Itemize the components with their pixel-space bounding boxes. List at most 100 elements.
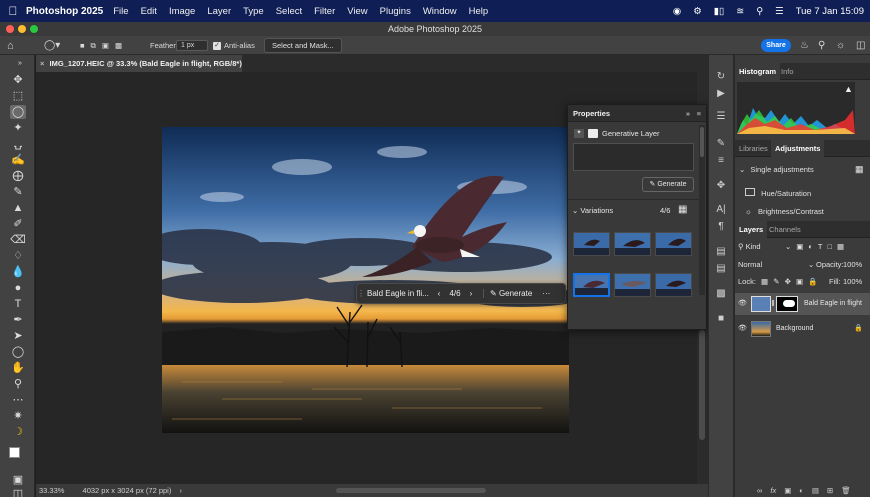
lock-pixels-icon[interactable]: ▦ [761,277,768,286]
grid-view-icon[interactable]: ▦ [678,204,687,215]
collapse-chevron-icon[interactable]: » [12,57,28,71]
lock-paint-icon[interactable]: ✎ [773,277,779,286]
layer-row[interactable]: 👁 Background 🔒 [735,318,870,340]
dodge-tool-icon[interactable]: ● [10,281,26,295]
filter-smart-object-icon[interactable]: ▦ [837,242,844,251]
foreground-color-swatch[interactable] [9,447,20,458]
blur-tool-icon[interactable]: 💧 [10,265,26,279]
notes-panel-icon[interactable]: ▤ [713,262,729,276]
feather-input[interactable]: 1 px [176,40,208,51]
brush-tool-icon[interactable]: ✎ [10,185,26,199]
prompt-text-field[interactable]: Bald Eagle in fli... [367,289,433,298]
new-selection-icon[interactable]: ■ [80,41,85,50]
move-tool-icon[interactable]: ✥ [10,73,26,87]
variation-thumbnail[interactable] [573,232,610,256]
lasso-tool-preset-icon[interactable]: ◯▾ [44,36,60,55]
paint-bucket-tool-icon[interactable]: ♢ [10,249,26,263]
panel-menu-icon[interactable]: ≡ [697,105,701,122]
zoom-window-button[interactable] [30,25,38,33]
control-center-icon[interactable]: ☰ [775,6,784,17]
close-window-button[interactable] [6,25,14,33]
opacity-input[interactable]: 100% [843,260,862,269]
edit-toolbar-icon[interactable]: ⋯ [10,393,26,407]
link-icon[interactable] [772,300,774,306]
vertical-scroll-thumb[interactable] [699,330,705,440]
glyphs-panel-icon[interactable]: ▤ [713,245,729,259]
close-tab-icon[interactable]: × [40,59,44,68]
clone-stamp-tool-icon[interactable]: ▲ [10,201,26,215]
previous-variation-button[interactable]: ‹ [433,289,445,298]
share-button[interactable]: Share [761,39,791,52]
filter-pixel-icon[interactable]: ▣ [796,242,803,251]
workspace-icon[interactable]: ◫ [856,36,865,55]
eye-icon[interactable]: 👁 [738,299,747,307]
eraser-tool-icon[interactable]: ⌫ [10,233,26,247]
variation-thumbnail-selected[interactable] [573,273,610,297]
layer-name[interactable]: Bald Eagle in flight [804,300,862,307]
next-variation-button[interactable]: › [465,289,477,298]
lock-position-icon[interactable]: ✥ [785,277,791,286]
document-image[interactable] [162,127,569,433]
blend-mode-select[interactable]: Normal [738,260,762,269]
ellipse-tool-icon[interactable]: ◯ [10,345,26,359]
wifi-icon[interactable]: ≊ [736,6,744,17]
remove-tool-icon[interactable]: ✷ [10,409,26,423]
type-tool-icon[interactable]: T [10,297,26,311]
menu-view[interactable]: View [347,6,367,17]
single-adjustments-toggle[interactable]: ⌄ Single adjustments [735,165,870,174]
tab-libraries[interactable]: Libraries [735,140,772,157]
lock-artboard-icon[interactable]: ▣ [796,277,803,286]
adjustments-presets-icon[interactable]: ☰ [713,110,729,124]
prompt-input[interactable] [573,143,694,171]
screen-mode-icon[interactable]: ◫ [10,487,26,497]
properties-generate-button[interactable]: ✎ Generate [642,177,694,192]
menu-window[interactable]: Window [423,6,457,17]
add-mask-icon[interactable]: ▣ [784,486,791,495]
zoom-tool-icon[interactable]: ⚲ [10,377,26,391]
menu-edit[interactable]: Edit [141,6,157,17]
battery-icon[interactable]: ▮▯ [714,6,724,17]
chevron-down-icon[interactable]: ⌄ [808,260,814,269]
add-selection-icon[interactable]: ⧉ [91,41,96,51]
zoom-level[interactable]: 33.33% [39,486,64,495]
apple-icon[interactable]:  [0,4,26,18]
document-tab[interactable]: × IMG_1207.HEIC @ 33.3% (Bald Eagle in f… [36,55,242,85]
menu-image[interactable]: Image [169,6,195,17]
status-chevron-icon[interactable]: › [179,486,182,495]
actions-panel-icon[interactable]: ▶ [713,87,729,101]
menu-file[interactable]: File [113,6,128,17]
menu-help[interactable]: Help [469,6,489,17]
panel-collapse-icon[interactable]: » [686,105,690,122]
brush-settings-icon[interactable]: ≡ [713,154,729,168]
variation-thumbnail[interactable] [614,273,651,297]
brushes-panel-icon[interactable]: ✎ [713,137,729,151]
menu-select[interactable]: Select [276,6,302,17]
home-icon[interactable]: ⌂ [7,36,14,55]
history-panel-icon[interactable]: ↻ [713,70,729,84]
eye-icon[interactable]: 👁 [738,324,747,332]
marquee-tool-icon[interactable]: ⬚ [10,89,26,103]
warning-icon[interactable]: ▲ [844,84,853,94]
properties-panel-icon[interactable]: ▩ [713,287,729,301]
trash-icon[interactable]: 🗑 [841,486,851,495]
character-panel-icon[interactable]: A| [713,203,729,217]
pen-tool-icon[interactable]: ✒ [10,313,26,327]
tab-adjustments[interactable]: Adjustments [771,140,825,157]
clone-source-icon[interactable]: ✥ [713,179,729,193]
history-brush-tool-icon[interactable]: ✐ [10,217,26,231]
document-dimensions[interactable]: 4032 px x 3024 px (72 ppi) [83,486,172,495]
spotlight-search-icon[interactable]: ⚲ [756,6,763,17]
fx-button[interactable]: fx [770,486,776,495]
more-options-button[interactable]: ··· [542,289,550,298]
antialias-checkbox[interactable]: ✓ [213,41,221,50]
lasso-tool-icon[interactable]: ◯ [10,105,26,119]
healing-brush-tool-icon[interactable]: ⨁ [10,169,26,183]
fill-input[interactable]: 100% [843,277,862,286]
minimize-window-button[interactable] [18,25,26,33]
generative-tool-icon[interactable]: ☽ [10,425,26,439]
variation-thumbnail[interactable] [655,232,692,256]
plugins-panel-icon[interactable]: ■ [713,312,729,326]
search-icon[interactable]: ⚲ [818,36,825,55]
variations-toggle[interactable]: ⌄ Variations [572,206,613,215]
properties-scrollbar[interactable] [699,125,705,295]
